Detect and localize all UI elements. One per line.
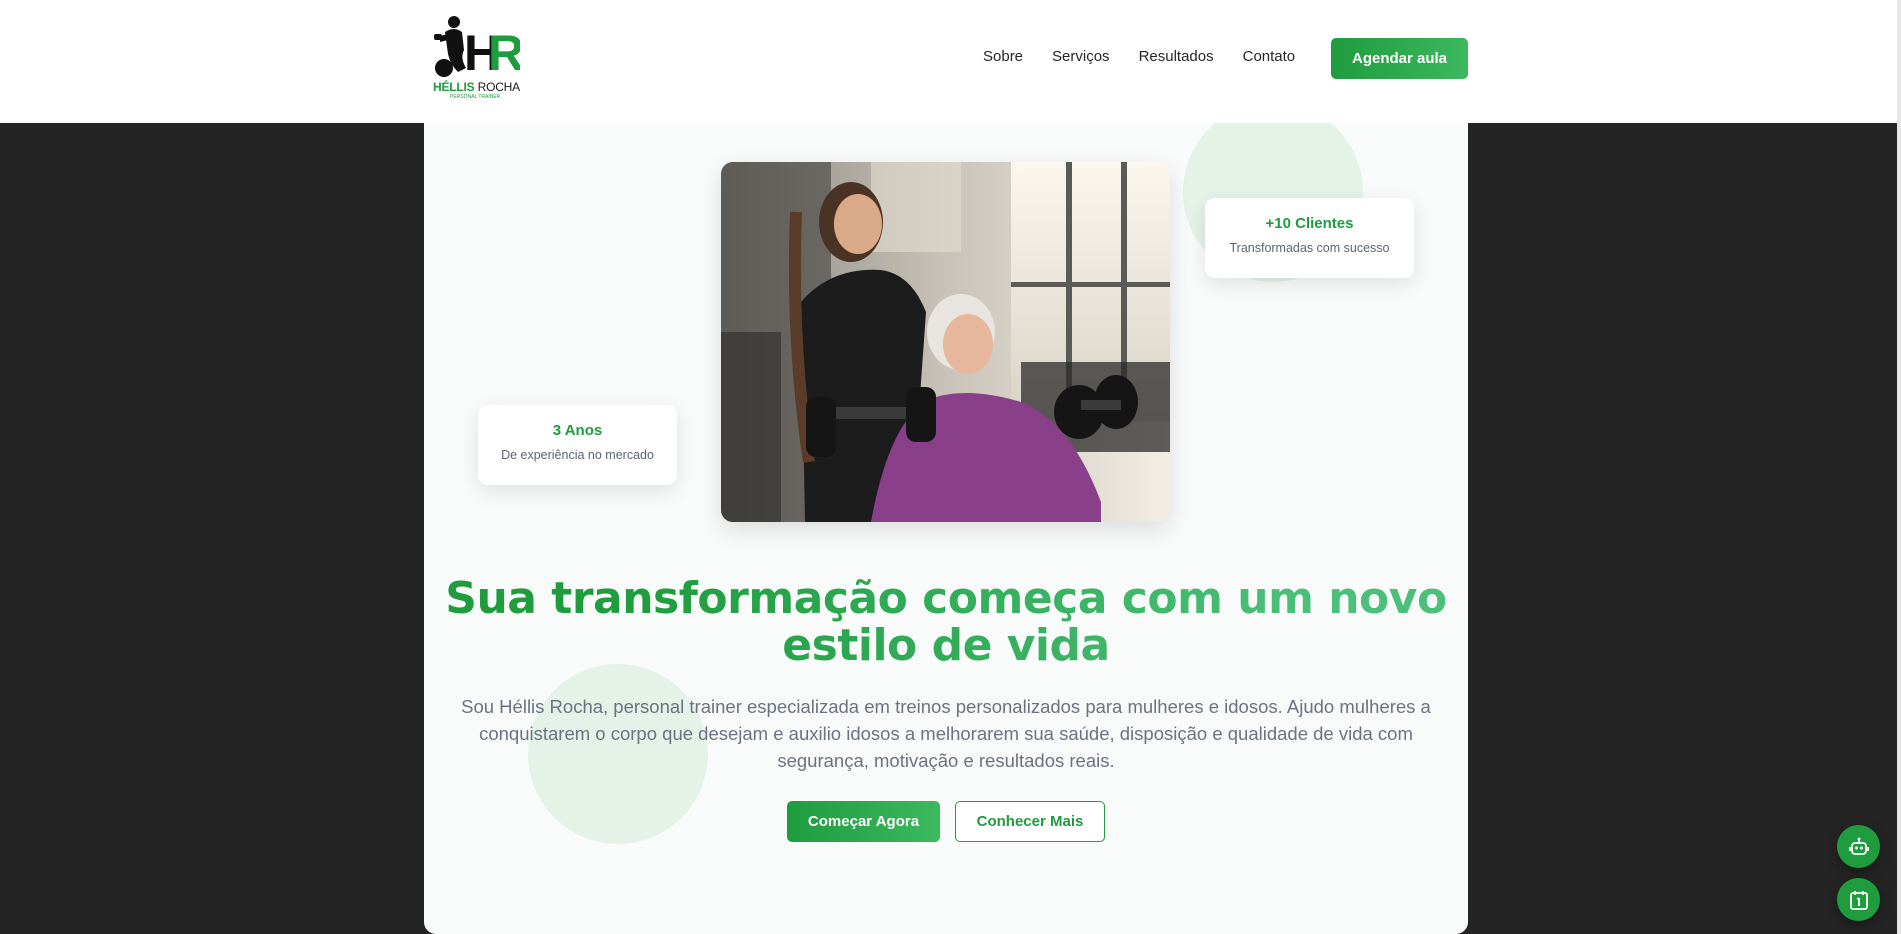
booking-button[interactable] [1837, 878, 1880, 921]
hero-section: +10 Clientes Transformadas com sucesso 3… [424, 100, 1468, 934]
chatbot-button[interactable] [1837, 825, 1880, 868]
schedule-class-button[interactable]: Agendar aula [1331, 38, 1468, 79]
trainer-with-senior-image [721, 162, 1170, 522]
hero-description: Sou Héllis Rocha, personal trainer espec… [461, 696, 1431, 771]
logo-tagline: PERSONAL TRAINER [450, 94, 501, 100]
hero-headline-line-2: estilo de vida [782, 620, 1110, 671]
start-now-button[interactable]: Começar Agora [787, 801, 940, 842]
experience-stat-label: De experiência no mercado [501, 448, 654, 462]
main-nav: Sobre Serviços Resultados Contato [983, 47, 1324, 67]
logo-mark-icon: H R [434, 16, 524, 81]
nav-item-resultados[interactable]: Resultados [1139, 47, 1214, 67]
clients-stat-card: +10 Clientes Transformadas com sucesso [1205, 198, 1414, 278]
learn-more-button[interactable]: Conhecer Mais [955, 801, 1105, 842]
calendar-icon [1849, 890, 1868, 910]
clients-stat-value: +10 Clientes [1265, 215, 1354, 232]
experience-stat-value: 3 Anos [552, 422, 603, 439]
robot-icon [1848, 837, 1869, 855]
brand-logo[interactable]: H R HÉLLIS ROCHA PERSONAL TRAINER [430, 14, 524, 100]
nav-item-servicos[interactable]: Serviços [1052, 47, 1110, 67]
clients-stat-label: Transformadas com sucesso [1229, 241, 1390, 255]
hero-headline-line-1: Sua transformação começa com um novo [445, 573, 1447, 624]
page-scrollbar[interactable] [1897, 0, 1901, 934]
hero-headline: Sua transformação começa com um novo est… [424, 575, 1468, 669]
svg-text:R: R [488, 25, 520, 80]
nav-item-sobre[interactable]: Sobre [983, 47, 1023, 67]
experience-stat-card: 3 Anos De experiência no mercado [478, 405, 677, 485]
site-header: H R HÉLLIS ROCHA PERSONAL TRAINER Sobre … [0, 0, 1897, 123]
nav-item-contato[interactable]: Contato [1243, 47, 1296, 67]
logo-wordmark: HÉLLIS ROCHA [433, 80, 520, 94]
hero-photo [721, 162, 1170, 522]
